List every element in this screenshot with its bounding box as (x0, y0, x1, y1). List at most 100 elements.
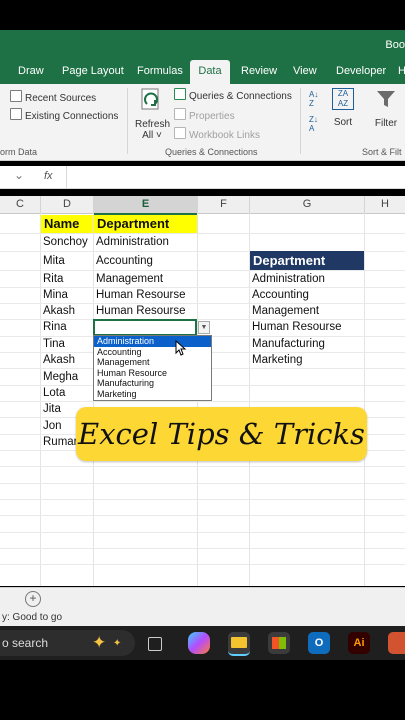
gridline (364, 213, 365, 586)
dropdown-option-marketing[interactable]: Marketing (94, 389, 211, 400)
gridline (0, 564, 405, 565)
outlook-icon[interactable]: O (308, 632, 330, 654)
sort-dialog-icon: ZA AZ (332, 88, 354, 110)
gridline (0, 499, 405, 500)
lookup-item[interactable]: Human Resourse (252, 321, 341, 333)
task-view-icon[interactable] (148, 637, 162, 651)
cell-name[interactable]: Akash (43, 354, 75, 366)
lookup-item[interactable]: Administration (252, 273, 325, 285)
cell-department[interactable]: Human Resourse (96, 289, 185, 301)
ribbon-separator (300, 88, 301, 154)
dropdown-arrow-icon[interactable]: ▼ (198, 321, 210, 334)
microsoft-store-icon[interactable] (268, 632, 290, 654)
lookup-header-department[interactable]: Department (250, 251, 364, 270)
cell-name[interactable]: Tina (43, 338, 65, 350)
workbook-links-button[interactable]: Workbook Links (174, 127, 260, 141)
cell-name[interactable]: Megha (43, 371, 78, 383)
group-label-queries: Queries & Connections (165, 147, 258, 157)
cell-name[interactable]: Sonchoy (43, 236, 88, 248)
gridline (0, 319, 405, 320)
sort-az-button[interactable]: A↓ Z (309, 90, 318, 108)
lookup-item[interactable]: Accounting (252, 289, 309, 301)
cell-name[interactable]: Jon (43, 420, 62, 432)
copilot-sparkle-icon: ✦ (92, 633, 107, 652)
cell-name[interactable]: Rumar (43, 436, 78, 448)
cell-name[interactable]: Rina (43, 321, 67, 333)
filter-icon (377, 91, 395, 107)
dropdown-option-human-resource[interactable]: Human Resource (94, 368, 211, 379)
tab-review[interactable]: Review (241, 60, 277, 84)
header-name[interactable]: Name (41, 215, 93, 233)
accessibility-status[interactable]: y: Good to go (0, 612, 62, 623)
refresh-all-icon (141, 88, 159, 110)
properties-button[interactable]: Properties (174, 108, 235, 122)
powerpoint-icon[interactable] (388, 632, 405, 654)
column-header-e[interactable]: E (94, 196, 198, 215)
dropdown-option-management[interactable]: Management (94, 357, 211, 368)
insert-function-button[interactable]: fx (44, 170, 53, 182)
header-department[interactable]: Department (94, 215, 197, 233)
lookup-item[interactable]: Management (252, 305, 319, 317)
existing-connections-button[interactable]: Existing Connections (10, 108, 118, 122)
file-explorer-icon[interactable] (228, 632, 250, 656)
formula-bar-divider (66, 166, 67, 188)
cell-name[interactable]: Lota (43, 387, 65, 399)
tab-draw[interactable]: Draw (18, 60, 44, 84)
lookup-item[interactable]: Manufacturing (252, 338, 325, 350)
properties-icon (174, 108, 186, 120)
cell-name[interactable]: Mita (43, 255, 65, 267)
sparkle-small-icon: ✦ (113, 638, 122, 649)
validation-dropdown-list[interactable]: Administration Accounting Management Hum… (93, 335, 212, 401)
dropdown-option-accounting[interactable]: Accounting (94, 347, 211, 358)
tab-developer[interactable]: Developer (336, 60, 386, 84)
taskbar: o search ✦ ✦ O Ai (0, 626, 405, 660)
gridline (0, 515, 405, 516)
filter-button[interactable]: Filter (372, 88, 400, 129)
tab-home[interactable]: H (398, 60, 405, 84)
lookup-item[interactable]: Marketing (252, 354, 303, 366)
cell-name[interactable]: Akash (43, 305, 75, 317)
tab-data[interactable]: Data (190, 60, 230, 84)
ribbon-separator (127, 88, 128, 154)
formula-bar-chevron-icon[interactable]: ⌄ (14, 168, 24, 182)
column-header-d[interactable]: D (41, 196, 94, 214)
tab-page-layout[interactable]: Page Layout (62, 60, 124, 84)
column-header-h[interactable]: H (365, 196, 405, 214)
group-label-sort-filter: Sort & Filt (362, 147, 402, 157)
refresh-all-button[interactable]: Refresh All ˅ (135, 86, 170, 141)
gridline (0, 270, 405, 271)
queries-connections-button[interactable]: Queries & Connections (174, 88, 292, 102)
column-header-g[interactable]: G (250, 196, 365, 214)
workbook-links-icon (174, 127, 186, 139)
cell-name[interactable]: Rita (43, 273, 63, 285)
copilot-app-icon[interactable] (188, 632, 210, 654)
tab-formulas[interactable]: Formulas (137, 60, 183, 84)
cell-name[interactable]: Mina (43, 289, 68, 301)
column-header-f[interactable]: F (198, 196, 250, 214)
taskbar-search-text: o search (2, 636, 49, 650)
gridline (40, 213, 41, 586)
ribbon-tabs: Draw Page Layout Formulas Data Review Vi… (0, 60, 405, 84)
cell-department[interactable]: Human Resourse (96, 305, 185, 317)
title-bar: Boo (0, 30, 405, 60)
sort-button[interactable]: ZA AZ Sort (331, 88, 355, 128)
add-sheet-button[interactable]: + (25, 591, 41, 607)
cell-department[interactable]: Management (96, 273, 163, 285)
active-cell[interactable] (93, 319, 197, 336)
gridline (0, 532, 405, 533)
cell-department[interactable]: Administration (96, 236, 169, 248)
column-header-c[interactable]: C (0, 196, 41, 214)
taskbar-search-box[interactable]: o search ✦ ✦ (0, 630, 135, 656)
status-bar: y: Good to go (0, 609, 405, 626)
cell-name[interactable]: Jita (43, 403, 61, 415)
dropdown-option-manufacturing[interactable]: Manufacturing (94, 378, 211, 389)
sheet-tab-bar: + (0, 587, 405, 610)
sort-za-button[interactable]: Z↓ A (309, 115, 318, 133)
illustrator-icon[interactable]: Ai (348, 632, 370, 654)
sort-ascending-icon: A↓ Z (309, 90, 319, 108)
cell-department[interactable]: Accounting (96, 255, 153, 267)
gridline (0, 233, 405, 234)
tab-view[interactable]: View (293, 60, 317, 84)
dropdown-option-administration[interactable]: Administration (94, 336, 211, 347)
recent-sources-button[interactable]: Recent Sources (10, 90, 96, 104)
